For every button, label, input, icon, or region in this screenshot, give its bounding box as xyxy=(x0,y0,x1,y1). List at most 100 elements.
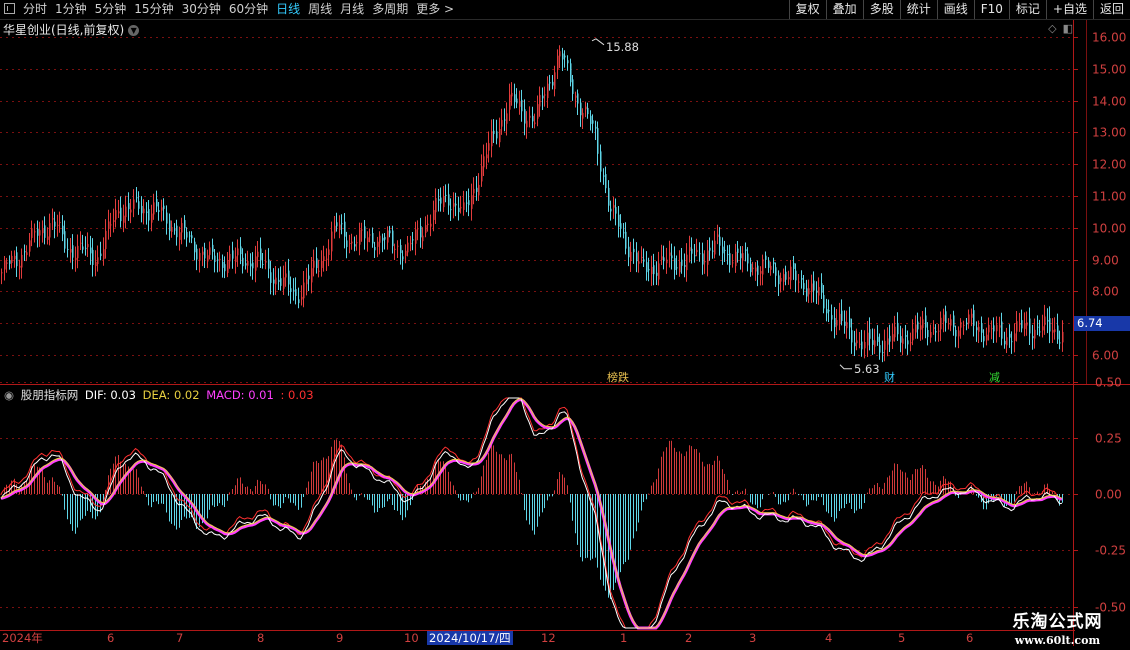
candle-body xyxy=(19,265,21,268)
candle-body xyxy=(382,237,384,241)
candle-body xyxy=(1024,323,1026,329)
candle-body xyxy=(603,175,605,177)
candle-body xyxy=(148,209,150,221)
candle-body xyxy=(179,232,181,240)
candle-body xyxy=(133,199,135,209)
candle-body xyxy=(468,200,470,206)
candle-body xyxy=(217,259,219,261)
candle-body xyxy=(80,242,82,244)
candle-body xyxy=(597,128,599,154)
date-label: 8 xyxy=(257,631,265,645)
candle-body xyxy=(123,215,125,223)
candle-body xyxy=(334,225,336,233)
date-label: 6 xyxy=(107,631,115,645)
candle-body xyxy=(681,259,683,266)
candle-body xyxy=(636,252,638,262)
candle-body xyxy=(750,263,752,273)
indicator-name: 股朋指标网 xyxy=(20,388,79,402)
price-tick-label: 9.00 xyxy=(1092,254,1119,268)
candle-body xyxy=(311,268,313,283)
candle-body xyxy=(920,325,922,330)
candle-body xyxy=(554,72,556,90)
macd-value: MACD: 0.01 xyxy=(206,388,274,402)
candle-body xyxy=(481,166,483,182)
candle-body xyxy=(925,315,927,328)
candle-body xyxy=(62,225,64,235)
candle-body xyxy=(415,229,417,244)
candle-body xyxy=(783,274,785,282)
macd-line xyxy=(0,398,1063,630)
candle-body xyxy=(740,253,742,259)
candle-body xyxy=(207,255,209,262)
event-tag-finance[interactable]: 财 xyxy=(882,371,897,384)
event-tag-reduce[interactable]: 减 xyxy=(987,371,1002,384)
candle-body xyxy=(379,235,381,243)
candle-body xyxy=(189,235,191,237)
candle-body xyxy=(915,324,917,333)
candle-body xyxy=(917,321,919,330)
candle-body xyxy=(42,229,44,234)
candle-body xyxy=(572,79,574,94)
candle-body xyxy=(85,247,87,249)
candle-body xyxy=(557,55,559,70)
date-label: 10 xyxy=(404,631,419,645)
candle-body xyxy=(138,201,140,209)
candle-body xyxy=(262,263,264,265)
candle-body xyxy=(24,251,26,253)
candle-body xyxy=(955,329,957,337)
candle-body xyxy=(879,345,881,353)
candle-body xyxy=(699,253,701,255)
candle-body xyxy=(268,259,270,269)
candle-body xyxy=(224,264,226,272)
candle-body xyxy=(724,249,726,251)
candle-body xyxy=(113,220,115,223)
indicator-tick-label: 0.50 xyxy=(1095,376,1122,390)
candle-body xyxy=(288,270,290,285)
candle-body xyxy=(298,299,300,304)
candle-body xyxy=(176,225,178,238)
candle-body xyxy=(854,342,856,347)
candle-body xyxy=(702,253,704,265)
candle-body xyxy=(577,93,579,104)
candle-body xyxy=(1042,326,1044,331)
candle-body xyxy=(587,107,589,115)
candle-body xyxy=(922,319,924,328)
candle-body xyxy=(856,340,858,344)
candle-body xyxy=(341,223,343,225)
candle-body xyxy=(336,222,338,227)
candle-body xyxy=(742,253,744,261)
stock-chart[interactable]: 16.0015.0014.0013.0012.0011.0010.009.008… xyxy=(0,0,1130,650)
candle-body xyxy=(4,260,6,270)
candle-body xyxy=(694,255,696,257)
candle-body xyxy=(260,248,262,261)
candle-body xyxy=(600,151,602,172)
candle-body xyxy=(506,113,508,124)
candle-body xyxy=(130,209,132,213)
candle-body xyxy=(907,340,909,345)
candle-body xyxy=(280,278,282,286)
candle-body xyxy=(397,245,399,247)
event-tag-list-drop[interactable]: 榜跌 xyxy=(605,371,631,384)
candle-body xyxy=(643,259,645,262)
candle-body xyxy=(199,252,201,261)
candle-body xyxy=(440,197,442,204)
candle-body xyxy=(823,295,825,309)
candle-body xyxy=(153,202,155,215)
date-label: 3 xyxy=(749,631,757,645)
candle-body xyxy=(712,250,714,252)
candle-body xyxy=(47,236,49,240)
candle-body xyxy=(75,257,77,261)
candle-body xyxy=(141,205,143,214)
candle-body xyxy=(359,229,361,245)
candle-body xyxy=(887,338,889,345)
candle-body xyxy=(283,277,285,289)
candle-body xyxy=(613,205,615,208)
watermark-title: 乐淘公式网 xyxy=(1012,612,1103,632)
candle-body xyxy=(374,246,376,251)
candle-body xyxy=(250,263,252,267)
candle-body xyxy=(803,283,805,290)
dea-value: DEA: 0.02 xyxy=(142,388,200,402)
settings-icon[interactable]: ◉ xyxy=(4,388,14,402)
candle-body xyxy=(534,122,536,125)
price-tick-label: 15.00 xyxy=(1092,63,1126,77)
